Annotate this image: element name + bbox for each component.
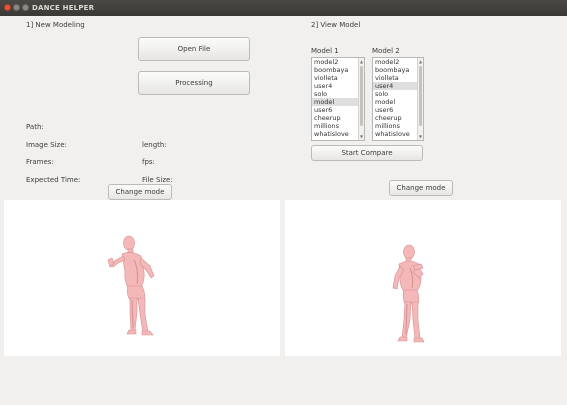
scroll-down-icon[interactable]: ▼ xyxy=(359,134,364,139)
length-label: length: xyxy=(142,141,167,149)
right-3d-viewport[interactable] xyxy=(285,200,561,356)
path-label: Path: xyxy=(26,123,44,131)
model1-item[interactable]: user4 xyxy=(312,82,364,90)
model1-scrollbar[interactable]: ▲ ▼ xyxy=(358,58,364,140)
model2-item[interactable]: whatislove xyxy=(373,130,423,138)
scroll-up-icon[interactable]: ▲ xyxy=(418,59,423,64)
model1-item[interactable]: solo xyxy=(312,90,364,98)
maximize-window-icon[interactable] xyxy=(22,4,29,11)
model2-item[interactable]: user6 xyxy=(373,106,423,114)
model2-list[interactable]: model2 boombaya violleta user4 solo model user… xyxy=(372,57,424,141)
model2-item[interactable]: user4 xyxy=(373,82,423,90)
frames-label: Frames: xyxy=(26,158,54,166)
model1-item[interactable]: model xyxy=(312,98,364,106)
dancer-figure-left xyxy=(107,235,155,336)
model1-list[interactable]: model2 boombaya violleta user4 solo model user… xyxy=(311,57,365,141)
model2-label: Model 2 xyxy=(372,47,400,55)
left-3d-viewport[interactable] xyxy=(4,200,280,356)
model1-item[interactable]: model2 xyxy=(312,58,364,66)
expected-time-label: Expected Time: xyxy=(26,176,81,184)
model1-item[interactable]: cheerup xyxy=(312,114,364,122)
title-bar: DANCE HELPER xyxy=(0,0,567,16)
model1-item[interactable]: violleta xyxy=(312,74,364,82)
scroll-up-icon[interactable]: ▲ xyxy=(359,59,364,64)
right-change-mode-button[interactable]: Change mode xyxy=(389,180,453,196)
scroll-thumb[interactable] xyxy=(419,66,422,126)
open-file-button[interactable]: Open File xyxy=(138,37,250,61)
new-modeling-heading: 1] New Modeling xyxy=(26,21,85,29)
model2-item[interactable]: model2 xyxy=(373,58,423,66)
model1-item[interactable]: whatislove xyxy=(312,130,364,138)
model2-item[interactable]: solo xyxy=(373,90,423,98)
scroll-down-icon[interactable]: ▼ xyxy=(418,134,423,139)
model1-item[interactable]: user6 xyxy=(312,106,364,114)
file-size-label: File Size: xyxy=(142,176,173,184)
dancer-figure-right xyxy=(392,244,425,343)
model2-item[interactable]: model xyxy=(373,98,423,106)
start-compare-button[interactable]: Start Compare xyxy=(311,145,423,161)
model2-scrollbar[interactable]: ▲ ▼ xyxy=(417,58,423,140)
view-model-heading: 2] View Model xyxy=(311,21,361,29)
image-size-label: Image Size: xyxy=(26,141,67,149)
model2-item[interactable]: cheerup xyxy=(373,114,423,122)
minimize-window-icon[interactable] xyxy=(13,4,20,11)
left-change-mode-button[interactable]: Change mode xyxy=(108,184,172,200)
processing-button[interactable]: Processing xyxy=(138,71,250,95)
window-title: DANCE HELPER xyxy=(32,4,95,12)
model1-label: Model 1 xyxy=(311,47,339,55)
fps-label: fps: xyxy=(142,158,155,166)
model2-item[interactable]: millions xyxy=(373,122,423,130)
model2-item[interactable]: boombaya xyxy=(373,66,423,74)
scroll-thumb[interactable] xyxy=(360,66,363,126)
model1-item[interactable]: millions xyxy=(312,122,364,130)
model2-item[interactable]: violleta xyxy=(373,74,423,82)
model1-item[interactable]: boombaya xyxy=(312,66,364,74)
close-window-icon[interactable] xyxy=(4,4,11,11)
